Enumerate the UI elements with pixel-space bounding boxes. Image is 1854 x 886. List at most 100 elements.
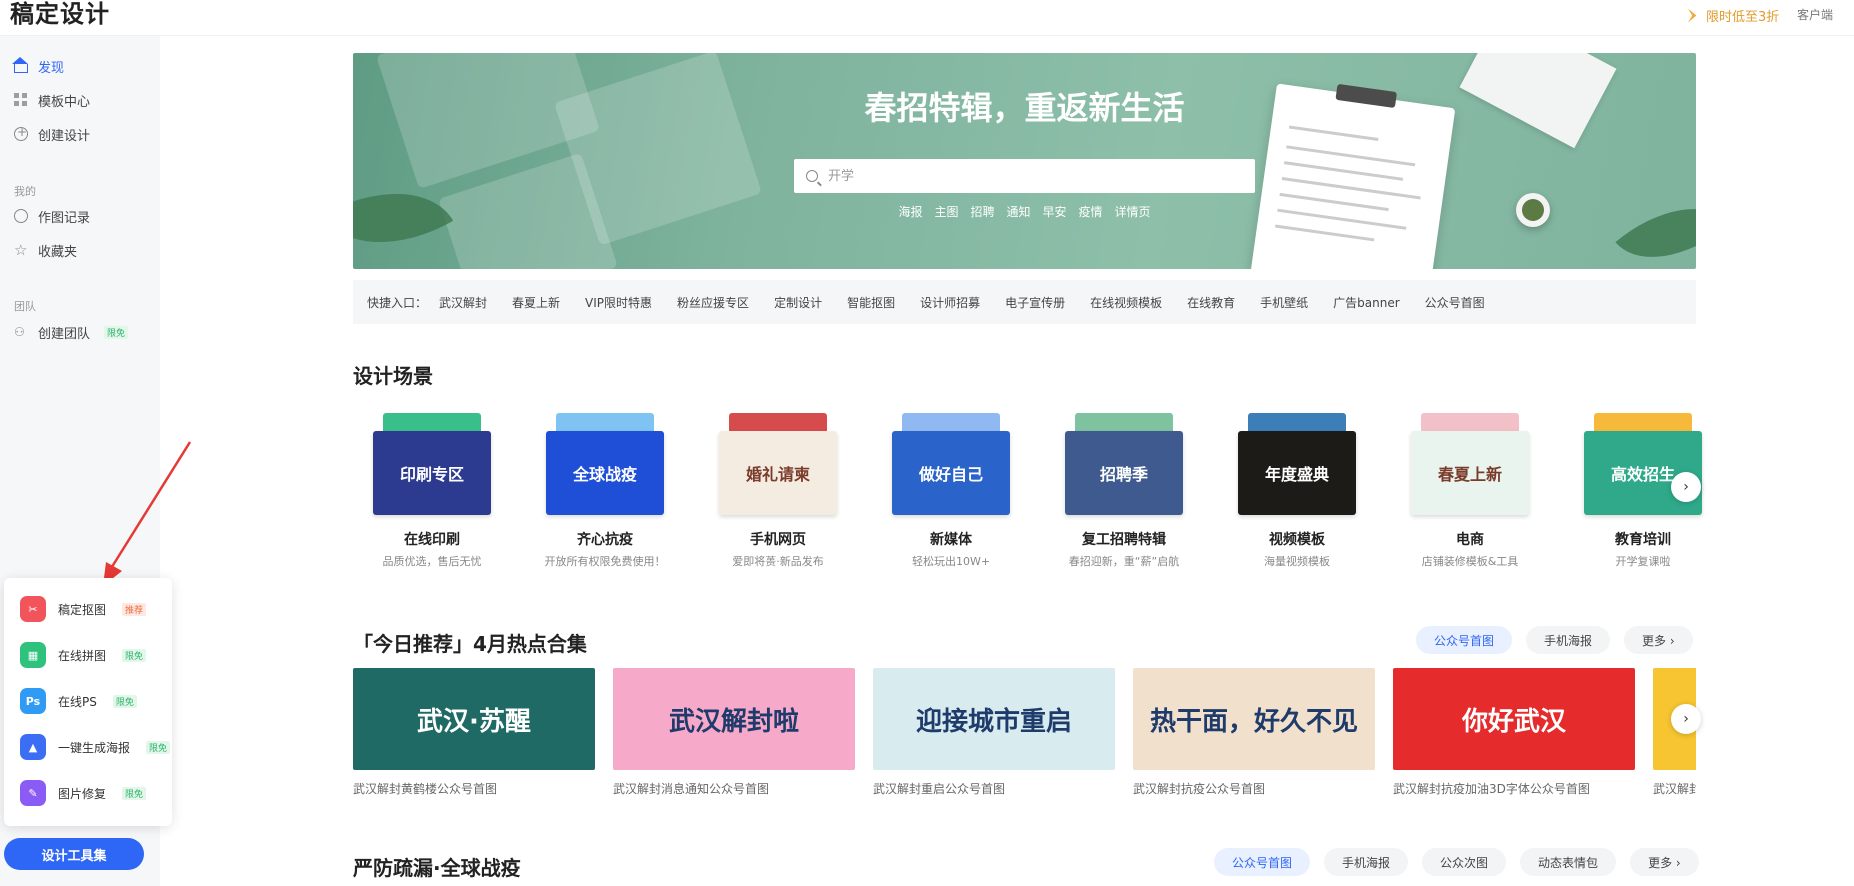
recommend-card[interactable]: 你好武汉武汉解封抗疫加油3D字体公众号首图 [1393,668,1635,797]
sidebar-item-favorites[interactable]: ☆ 收藏夹 [14,240,77,260]
sidebar-item-discover[interactable]: 发现 [12,56,64,76]
tool-item-cutout[interactable]: ✂ 稿定抠图 推荐 [20,596,147,622]
recommend-thumbnail: 武汉解封啦 [613,668,855,770]
hot-tag[interactable]: 主图 [934,203,958,220]
tab-more[interactable]: 更多 › [1630,848,1699,876]
scene-subtitle: 店铺装修模板&工具 [1421,555,1519,568]
quick-entry-link[interactable]: 电子宣传册 [1005,294,1065,311]
quick-entry-link[interactable]: 智能抠图 [847,294,895,311]
recommend-thumbnail: 你好武汉 [1393,668,1635,770]
free-badge: 限免 [112,694,137,708]
scene-subtitle: 爱即将蒉·新品发布 [732,555,824,568]
recommend-thumbnail: 迎接城市重启 [873,668,1115,770]
crown-icon [1688,8,1697,23]
quick-entry-link[interactable]: 在线教育 [1187,294,1235,311]
hot-tag[interactable]: 疫情 [1079,203,1103,220]
scissors-icon: ✂ [20,596,46,622]
hot-tag[interactable]: 详情页 [1115,203,1151,220]
tab-wechat-cover[interactable]: 公众号首图 [1416,626,1513,654]
scene-name: 手机网页 [750,532,806,548]
quick-entry-link[interactable]: 在线视频模板 [1090,294,1162,311]
sidebar-item-label: 收藏夹 [38,244,78,260]
scene-card[interactable]: 全球战疫 齐心抗疫 开放所有权限免费使用！ [535,405,675,569]
search-icon [806,170,818,182]
scene-thumbnail: 春夏上新 [1411,405,1529,515]
eraser-icon: ✎ [20,780,46,806]
quick-entry-link[interactable]: 春夏上新 [512,294,560,311]
scene-card[interactable]: 婚礼请柬手机网页爱即将蒉·新品发布 [708,405,848,569]
tool-item-collage[interactable]: ▦ 在线拼图 限免 [20,642,147,668]
tab-wechat-cover[interactable]: 公众号首图 [1214,848,1311,876]
poster-icon: ▲ [20,734,46,760]
hot-tag[interactable]: 招聘 [970,203,994,220]
recommend-card[interactable]: 武汉·苏醒武汉解封黄鹤楼公众号首图 [353,668,595,797]
plus-circle-icon [14,125,28,141]
quick-entry-link[interactable]: 定制设计 [774,294,822,311]
hot-tag[interactable]: 通知 [1006,203,1030,220]
scene-card[interactable]: 年度盛典视频模板海量视频模板 [1227,405,1367,569]
hot-tag[interactable]: 海报 [898,203,922,220]
app-logo[interactable]: 稿定设计 [10,0,110,28]
tab-wechat-secondary[interactable]: 公众次图 [1422,848,1507,876]
scene-subtitle: 海量视频模板 [1264,555,1330,568]
sidebar-item-create-team[interactable]: ⚇ 创建团队 限免 [14,322,129,342]
scene-card[interactable]: 春夏上新 电商 店铺装修模板&工具 [1400,405,1540,569]
client-download-link[interactable]: 客户端 [1797,6,1833,23]
chevron-right-icon[interactable]: › [1671,472,1701,502]
scene-thumbnail: 年度盛典 [1238,405,1356,515]
tool-item-online-ps[interactable]: Ps 在线PS 限免 [20,688,137,714]
scene-name: 视频模板 [1269,532,1325,548]
design-tools-button[interactable]: 设计工具集 [4,838,144,870]
tool-item-image-repair[interactable]: ✎ 图片修复 限免 [20,780,147,806]
scene-name: 复工招聘特辑 [1082,532,1166,548]
sidebar-item-history[interactable]: 作图记录 [14,206,90,226]
scene-name: 新媒体 [930,532,972,548]
quick-entry-link[interactable]: 广告banner [1333,294,1400,311]
scene-card[interactable]: 印刷专区 在线印刷 品质优选，售后无忧 [362,405,502,569]
star-icon: ☆ [14,241,28,259]
quick-entry-link[interactable]: VIP限时特惠 [585,294,652,311]
recommend-caption: 武汉解封黄鹤楼公众号首图 [353,782,498,796]
search-box[interactable] [794,159,1255,193]
scene-thumb-text: 婚礼请柬 [719,431,837,515]
promo-link[interactable]: 限时低至3折 [1688,6,1779,25]
recommend-card[interactable]: 迎接城市重启 武汉解封重启公众号首图 [873,668,1115,797]
recommend-thumbnail: 武汉·苏醒 [353,668,595,770]
scene-thumb-text: 招聘季 [1065,431,1183,515]
tab-animated-sticker[interactable]: 动态表情包 [1520,848,1617,876]
tab-mobile-poster[interactable]: 手机海报 [1324,848,1409,876]
sidebar-item-create[interactable]: 创建设计 [14,124,90,144]
prevention-tabs: 公众号首图 手机海报 公众次图 动态表情包 更多 › [1214,848,1699,876]
scene-thumb-text: 印刷专区 [373,431,491,515]
search-input[interactable] [828,168,1228,184]
free-badge: 限免 [146,740,171,754]
recommend-caption: 武汉解封消息通知公众号首图 [613,782,770,796]
tool-label: 在线PS [58,694,97,709]
quick-entry-link[interactable]: 粉丝应援专区 [677,294,749,311]
quick-entry-link[interactable]: 手机壁纸 [1260,294,1308,311]
scene-thumbnail: 做好自己 [892,405,1010,515]
scene-name: 齐心抗疫 [577,532,633,548]
free-badge: 限免 [122,786,147,800]
tab-more[interactable]: 更多 › [1624,626,1693,654]
scene-card[interactable]: 做好自己 新媒体 轻松玩出10W+ [881,405,1021,569]
scene-subtitle: 春招迎新，重“薪”启航 [1068,555,1180,568]
recommend-caption: 武汉解封抗疫加油3D字体公众号首图 [1393,782,1590,796]
quick-entry-link[interactable]: 武汉解封 [439,294,487,311]
tab-mobile-poster[interactable]: 手机海报 [1526,626,1611,654]
quick-entry-link[interactable]: 设计师招募 [920,294,980,311]
hot-tag[interactable]: 早安 [1043,203,1067,220]
recommend-card[interactable]: 武汉解封啦武汉解封消息通知公众号首图 [613,668,855,797]
scene-card[interactable]: 招聘季复工招聘特辑春招迎新，重“薪”启航 [1054,405,1194,569]
tool-item-poster-generator[interactable]: ▲ 一键生成海报 限免 [20,734,171,760]
team-icon: ⚇ [14,325,25,339]
recommend-card[interactable]: 热干面，好久不见 武汉解封抗疫公众号首图 [1133,668,1375,797]
section-title-prevention: 严防疏漏·全球战疫 [353,856,521,880]
quick-entry-link[interactable]: 公众号首图 [1425,294,1485,311]
grid-icon [14,93,28,107]
collage-icon: ▦ [20,642,46,668]
sidebar-item-templates[interactable]: 模板中心 [14,90,90,110]
chevron-right-icon[interactable]: › [1671,704,1701,734]
scene-thumb-text: 春夏上新 [1411,431,1529,515]
hero-banner: 春招特辑，重返新生活 海报 主图 招聘 通知 早安 疫情 详情页 [353,53,1696,269]
